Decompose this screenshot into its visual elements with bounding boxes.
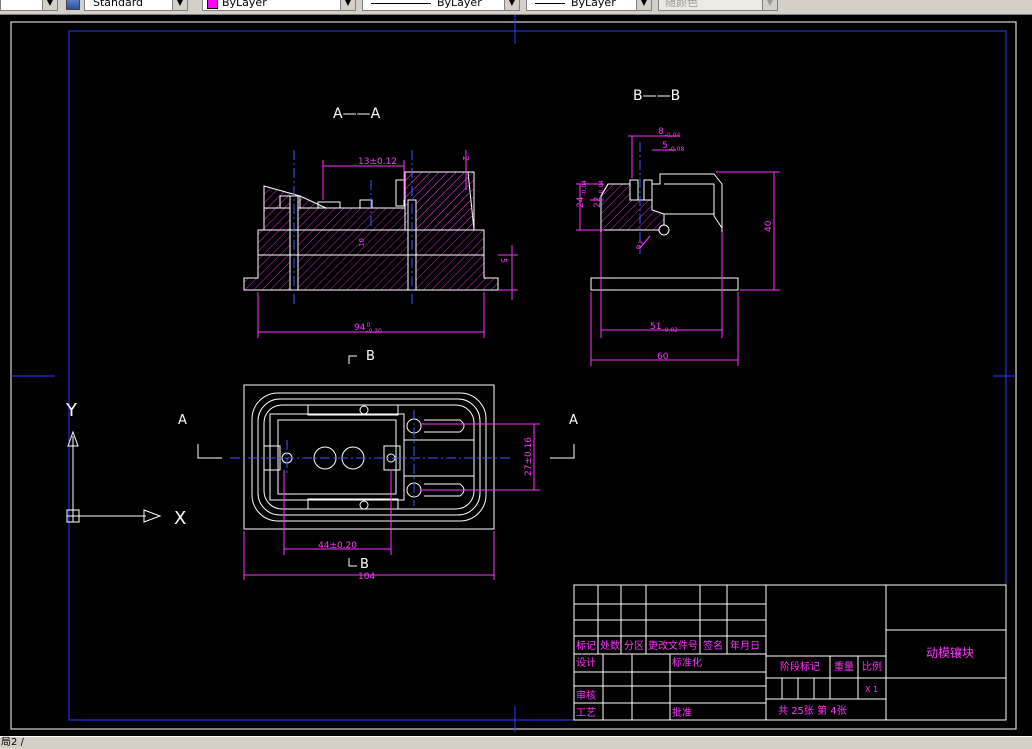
- title-block-text: 标记 处数 分区 更改文件号 签名 年月日 设计 标准化 审核 工艺 批准 阶段…: [576, 639, 974, 719]
- layout-tab[interactable]: 局2 /: [0, 737, 24, 748]
- label-standardize: 标准化: [672, 656, 702, 669]
- color-swatch-icon: [207, 0, 218, 9]
- properties-toolbar: ▼ Standard ▼ ByLayer ▼ ByLayer ▼ ByLayer ▼ 随…: [0, 0, 1032, 15]
- label-weight: 重量: [834, 660, 854, 673]
- header-date: 年月日: [730, 639, 760, 652]
- chevron-down-icon: ▼: [504, 0, 519, 10]
- text-style-combo[interactable]: Standard ▼: [84, 0, 188, 11]
- chevron-down-icon: ▼: [42, 0, 57, 10]
- paper-border: [10, 21, 1017, 730]
- section-bb-view: 8-0.04 5-0.08 24-0.04 22-0.04 40 51-0.02…: [576, 127, 780, 366]
- previous-combo[interactable]: ▼: [0, 0, 58, 11]
- label-stage-mark: 阶段标记: [780, 660, 820, 673]
- layout-tab-bar: 局2 /: [0, 736, 1032, 749]
- dim-44: 44±0.20: [318, 541, 357, 551]
- label-review: 审核: [576, 689, 596, 702]
- lineweight-value: ByLayer: [571, 0, 616, 9]
- part-name: 动模镶块: [926, 645, 974, 660]
- dim-51: 51-0.02: [650, 322, 678, 334]
- sheet-count: 共 25张 第 4张: [778, 704, 847, 717]
- drawing-canvas[interactable]: A——A 13±0.12 2 5 10 940 -0.30 B——B 8-0.0…: [0, 15, 1032, 736]
- dim-27: 27±0.16: [524, 437, 534, 476]
- chevron-down-icon: ▼: [172, 0, 187, 10]
- plot-style-combo[interactable]: 随颜色 ▼: [658, 0, 778, 11]
- ucs-x-label: X: [174, 508, 186, 529]
- section-mark-a-left: A: [178, 413, 187, 428]
- dim-40: 40: [764, 220, 774, 232]
- dim-104: 104: [358, 572, 375, 582]
- text-style-icon[interactable]: [66, 0, 80, 10]
- dim-60: 60: [657, 352, 669, 362]
- dim-small: 10: [358, 238, 366, 247]
- section-aa-view: 13±0.12 2 5 10 940 -0.30: [243, 150, 518, 338]
- section-cut-marks: [197, 355, 575, 567]
- header-signature: 签名: [703, 639, 723, 652]
- centering-marks: [11, 15, 1016, 732]
- section-mark-b-top: B: [366, 349, 375, 364]
- dim-94: 940 -0.30: [354, 322, 382, 335]
- plan-view: 104 44±0.20 27±0.16: [230, 384, 540, 582]
- layer-color-value: ByLayer: [222, 0, 267, 9]
- section-aa-label: A——A: [333, 106, 381, 122]
- plot-style-value: 随颜色: [665, 0, 698, 9]
- label-process: 工艺: [576, 707, 596, 719]
- dim-8: 8-0.04: [658, 127, 680, 139]
- header-count: 处数: [600, 639, 620, 652]
- section-bb-label: B——B: [633, 88, 680, 104]
- chevron-down-icon: ▼: [340, 0, 355, 10]
- section-mark-a-right: A: [569, 413, 578, 428]
- text-style-value: Standard: [93, 0, 144, 9]
- linetype-value: ByLayer: [437, 0, 482, 9]
- label-design: 设计: [576, 656, 596, 669]
- chevron-down-icon: ▼: [636, 0, 651, 10]
- layer-color-combo[interactable]: ByLayer ▼: [202, 0, 356, 11]
- header-change-doc: 更改文件号: [648, 639, 698, 652]
- header-mark: 标记: [576, 640, 596, 652]
- dim-5b: 5-0.08: [662, 141, 684, 153]
- label-scale: 比例: [862, 660, 882, 673]
- scale-value: X 1: [865, 685, 878, 694]
- section-mark-b-bottom: B: [360, 557, 369, 572]
- dim-2: 2: [461, 156, 470, 161]
- ucs-icon: [66, 430, 162, 523]
- lineweight-combo[interactable]: ByLayer ▼: [526, 0, 652, 11]
- dim-5: 5: [499, 258, 508, 263]
- linetype-sample: [371, 2, 431, 4]
- drawing-frame: [68, 30, 1007, 721]
- lineweight-sample: [535, 2, 565, 4]
- ucs-y-label: Y: [65, 400, 78, 421]
- label-approve: 批准: [672, 706, 692, 719]
- chevron-down-icon: ▼: [762, 0, 777, 10]
- linetype-combo[interactable]: ByLayer ▼: [362, 0, 520, 11]
- header-zone: 分区: [624, 640, 644, 652]
- dim-13: 13±0.12: [358, 157, 397, 167]
